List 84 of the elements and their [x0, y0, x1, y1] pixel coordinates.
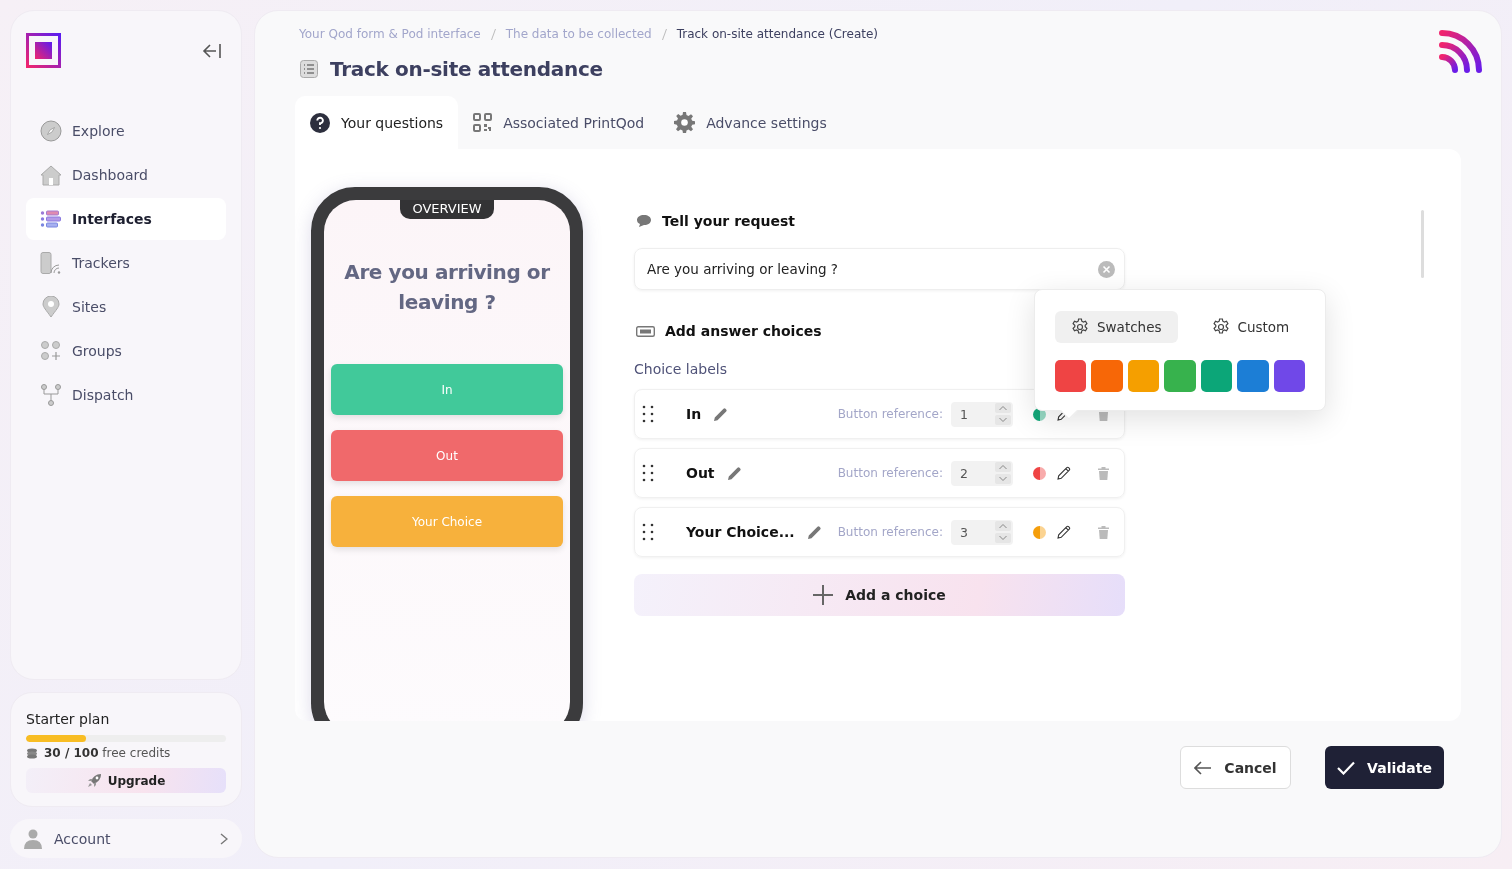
overview-badge: OVERVIEW	[400, 200, 494, 219]
plan-title: Starter plan	[26, 711, 111, 727]
phone-signal-icon	[40, 252, 62, 274]
user-icon	[24, 828, 42, 849]
coins-icon	[26, 747, 38, 759]
tab[interactable]: Advance settings	[659, 96, 842, 149]
drag-handle-icon[interactable]	[642, 405, 654, 423]
breadcrumb-current: Track on-site attendance (Create)	[676, 26, 878, 43]
reference-field[interactable]: 2	[951, 460, 1013, 486]
nav-item[interactable]: Sites	[26, 286, 226, 328]
chevron-right-icon	[220, 832, 228, 845]
pencil-icon[interactable]	[1057, 466, 1071, 480]
branch-icon	[40, 384, 62, 406]
color-swatch[interactable]	[1164, 360, 1196, 392]
list-icon	[40, 210, 62, 228]
cancel-button[interactable]: Cancel	[1180, 746, 1291, 789]
preview-question: Are you arriving or leaving ?	[343, 259, 551, 316]
color-swatch[interactable]	[1091, 360, 1123, 392]
page-title: Track on-site attendance	[330, 57, 603, 81]
section-heading: Add answer choices	[665, 323, 822, 339]
nav-item[interactable]: Explore	[26, 110, 226, 152]
pencil-icon[interactable]	[713, 406, 729, 422]
collapse-icon[interactable]	[202, 42, 222, 59]
settings-icon	[674, 112, 696, 133]
add-choice-button[interactable]: Add a choice	[634, 574, 1125, 616]
settings-icon	[1071, 318, 1089, 336]
validate-button[interactable]: Validate	[1325, 746, 1444, 789]
compass-icon	[40, 120, 62, 142]
arrow-left-icon	[1194, 760, 1213, 775]
color-swatch[interactable]	[1200, 360, 1233, 392]
field-label: Choice labels	[634, 361, 729, 377]
nav-item[interactable]: Trackers	[26, 242, 226, 284]
drag-handle-icon[interactable]	[642, 523, 654, 541]
trash-icon[interactable]	[1098, 525, 1109, 539]
picker-tab[interactable]: Swatches	[1055, 311, 1178, 343]
reference-field[interactable]: 3	[951, 519, 1013, 545]
help-icon	[310, 112, 330, 133]
tab[interactable]: Associated PrintQod	[458, 96, 660, 149]
trash-icon[interactable]	[1098, 466, 1109, 480]
reference-field[interactable]: 1	[951, 401, 1013, 427]
pencil-icon[interactable]	[1057, 525, 1071, 539]
settings-icon	[1211, 318, 1230, 336]
picker-tab[interactable]: Custom	[1195, 311, 1306, 343]
scrollbar[interactable]	[1421, 210, 1424, 278]
color-swatch[interactable]	[1237, 360, 1269, 392]
pencil-icon[interactable]	[726, 465, 742, 481]
nav-item[interactable]: Groups	[26, 330, 226, 372]
check-icon	[1337, 760, 1356, 775]
drag-handle-icon[interactable]	[642, 464, 654, 482]
choice-label: Out	[686, 465, 715, 481]
pencil-icon[interactable]	[806, 524, 822, 540]
home-icon	[40, 164, 62, 186]
rocket-icon	[86, 773, 102, 788]
stepper-icon[interactable]	[995, 403, 1011, 425]
location-pin-icon	[40, 296, 62, 318]
speech-bubble-icon	[636, 214, 652, 228]
stepper-icon[interactable]	[995, 521, 1011, 543]
color-swatch[interactable]	[1273, 360, 1305, 392]
section-heading: Tell your request	[662, 213, 796, 229]
choice-label: In	[686, 406, 702, 422]
color-dot[interactable]	[1033, 466, 1046, 480]
color-dot[interactable]	[1033, 525, 1046, 539]
field-label: Button reference:	[837, 407, 943, 421]
plus-icon	[813, 585, 834, 605]
credits-text: 30 / 100 free credits	[44, 746, 171, 760]
choice-label: Your Choice...	[686, 524, 795, 540]
account-button[interactable]: Account	[10, 819, 242, 858]
stepper-icon[interactable]	[995, 462, 1011, 484]
upgrade-button[interactable]: Upgrade	[26, 768, 226, 793]
brand-logo-icon	[1439, 29, 1483, 73]
logo-icon	[26, 33, 61, 68]
nav-item[interactable]: Dashboard	[26, 154, 226, 196]
label-tag-icon	[636, 325, 655, 337]
list-icon	[300, 60, 318, 78]
groups-icon	[40, 341, 62, 361]
nav-item[interactable]: Interfaces	[26, 198, 226, 240]
field-label: Button reference:	[837, 466, 943, 480]
color-swatch[interactable]	[1055, 360, 1087, 392]
color-swatch[interactable]	[1127, 360, 1160, 392]
clear-icon[interactable]	[1098, 260, 1115, 278]
nav-item[interactable]: Dispatch	[26, 374, 226, 416]
field-label: Button reference:	[837, 525, 943, 539]
tab[interactable]: Your questions	[295, 96, 459, 149]
qr-code-icon	[473, 113, 493, 132]
